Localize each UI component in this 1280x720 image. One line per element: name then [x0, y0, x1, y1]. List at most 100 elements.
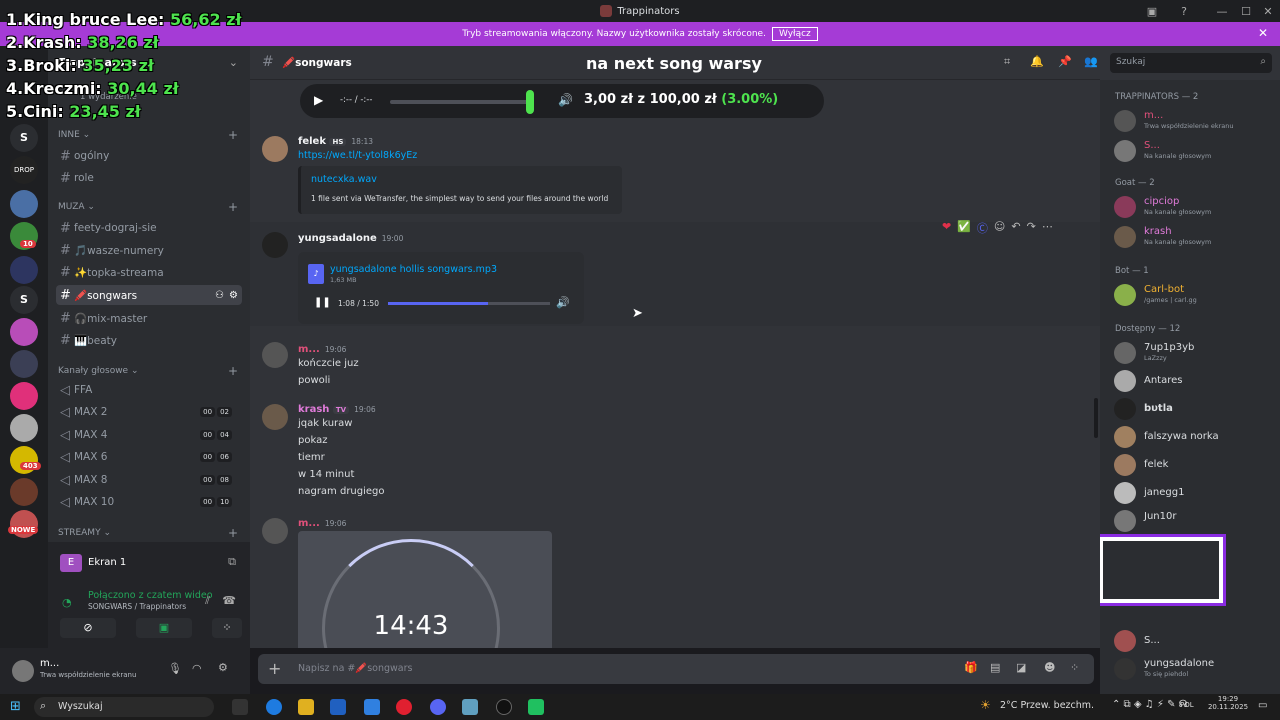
voice-channel[interactable]: ◁ MAX 8 00 08	[56, 470, 242, 490]
invite-icon[interactable]: ⚇	[215, 290, 224, 301]
category-inne[interactable]: INNE ⌄	[58, 130, 90, 140]
member-item[interactable]: Carl-bot/games | carl.gg	[1114, 282, 1274, 308]
voice-channel[interactable]: ◁ MAX 6 00 06	[56, 447, 242, 467]
message-author[interactable]: m... 19:06	[298, 344, 346, 355]
server-icon[interactable]: S	[10, 124, 38, 152]
member-item[interactable]: falszywa norka	[1114, 424, 1274, 450]
server-icon[interactable]: S	[10, 286, 38, 314]
popout-icon[interactable]: ⧉	[228, 555, 236, 569]
server-icon[interactable]: DROP	[10, 156, 38, 184]
member-item[interactable]: Jun10r	[1114, 508, 1274, 534]
opera-icon[interactable]	[396, 699, 412, 715]
embed-title[interactable]: nutecxka.wav	[311, 174, 377, 185]
language-indicator[interactable]: POL	[1180, 701, 1194, 709]
member-item[interactable]: S...	[1114, 628, 1274, 654]
notification-icon[interactable]: ▭	[1258, 700, 1267, 711]
server-icon[interactable]	[10, 256, 38, 284]
members-icon[interactable]: 👥	[1084, 55, 1098, 68]
avatar[interactable]	[262, 518, 288, 544]
obs-icon[interactable]	[496, 699, 512, 715]
apps-icon[interactable]: ⁘	[1070, 661, 1079, 674]
server-icon[interactable]	[10, 350, 38, 378]
timer-image[interactable]: 14:43	[298, 531, 552, 648]
server-icon[interactable]	[10, 478, 38, 506]
channel-beaty[interactable]: # 🎹beaty	[56, 330, 242, 350]
help-icon[interactable]: ?	[1172, 0, 1196, 22]
audio-seekbar[interactable]	[388, 302, 550, 305]
weather-text[interactable]: 2°C Przew. bezchm.	[1000, 700, 1094, 711]
maximize-button[interactable]: ☐	[1234, 0, 1258, 22]
settings-gear-icon[interactable]: ⚙	[218, 661, 228, 674]
search-input[interactable]: Szukaj ⌕	[1110, 53, 1272, 73]
member-item[interactable]: krash Na kanale głosowym	[1114, 224, 1274, 250]
member-item[interactable]: m... Trwa współdzielenie ekranu	[1114, 108, 1274, 134]
server-icon[interactable]	[10, 190, 38, 218]
server-icon[interactable]	[10, 318, 38, 346]
add-channel-icon[interactable]: +	[228, 128, 238, 142]
headphones-icon[interactable]: ◠	[192, 662, 202, 675]
c-reaction-icon[interactable]: Ⓒ	[977, 220, 988, 236]
voice-channel[interactable]: ◁ MAX 10 00 10	[56, 492, 242, 512]
heart-reaction-icon[interactable]: ❤	[942, 220, 951, 236]
add-channel-icon[interactable]: +	[228, 200, 238, 214]
voice-channel[interactable]: ◁ MAX 4 00 04	[56, 425, 242, 445]
server-icon[interactable]	[10, 382, 38, 410]
disconnect-icon[interactable]: ☎	[222, 594, 236, 607]
threads-icon[interactable]: ⌗	[1004, 55, 1010, 69]
pause-icon[interactable]: ❚❚	[314, 297, 331, 308]
screen-share-button[interactable]: ▣	[136, 618, 192, 638]
channel-songwars[interactable]: # 🖍️songwars ⚙ ⚇	[56, 285, 242, 305]
channel-mix-master[interactable]: # 🎧mix-master	[56, 308, 242, 328]
clock[interactable]: 19:29 20.11.2025	[1206, 695, 1250, 711]
check-reaction-icon[interactable]: ✅	[957, 220, 971, 236]
camera-button[interactable]: ⊘	[60, 618, 116, 638]
scrollbar[interactable]	[1094, 398, 1098, 438]
close-banner-icon[interactable]: ✕	[1258, 26, 1268, 40]
server-icon[interactable]	[10, 414, 38, 442]
close-window-button[interactable]: ✕	[1256, 0, 1280, 22]
task-view-icon[interactable]	[232, 699, 248, 715]
message-composer[interactable]: + Napisz na #🖍️songwars 🎁 ▤ ◪ ☻ ⁘	[258, 654, 1094, 684]
add-channel-icon[interactable]: +	[228, 526, 238, 540]
app-icon[interactable]	[528, 699, 544, 715]
avatar[interactable]	[12, 660, 34, 682]
avatar[interactable]	[262, 342, 288, 368]
category-streamy[interactable]: STREAMY ⌄	[58, 528, 111, 538]
reply-icon[interactable]: ↶	[1011, 220, 1020, 236]
explorer-icon[interactable]	[298, 699, 314, 715]
pin-icon[interactable]: 📌	[1058, 55, 1072, 68]
member-item[interactable]: cipciop Na kanale głosowym	[1114, 194, 1274, 220]
avatar[interactable]	[262, 232, 288, 258]
avatar[interactable]	[262, 136, 288, 162]
message-author[interactable]: m... 19:06	[298, 518, 346, 529]
taskbar-search[interactable]: ⌕ Wyszukaj	[34, 697, 214, 717]
channel-ogolny[interactable]: # ogólny	[56, 146, 242, 166]
channel-role[interactable]: # role	[56, 168, 242, 188]
channel-wasze-numery[interactable]: # 🎵wasze-numery	[56, 240, 242, 260]
player-progress[interactable]	[390, 100, 530, 104]
activities-button[interactable]: ⁘	[212, 618, 242, 638]
disable-streamer-mode-button[interactable]: Wyłącz	[771, 27, 818, 41]
gif-icon[interactable]: ▤	[990, 661, 1000, 674]
emoji-icon[interactable]: ☻	[1044, 661, 1055, 674]
forward-icon[interactable]: ↷	[1027, 220, 1036, 236]
message-author[interactable]: felek HS 18:13	[298, 136, 373, 147]
microphone-icon[interactable]: 🎙	[168, 662, 182, 675]
more-icon[interactable]: ⋯	[1042, 220, 1053, 236]
discord-icon[interactable]	[430, 699, 446, 715]
channel-topka[interactable]: # ✨topka-streama	[56, 262, 242, 282]
connection-location[interactable]: SONGWARS / Trappinators	[88, 602, 186, 611]
add-reaction-icon[interactable]: ☺	[994, 220, 1005, 236]
message-link[interactable]: https://we.tl/t-ytol8k6yEz	[298, 150, 417, 161]
member-item[interactable]: felek	[1114, 452, 1274, 478]
member-item[interactable]: yungsadalone To się piehdol	[1114, 656, 1274, 682]
category-muza[interactable]: MUZA ⌄	[58, 202, 95, 212]
channel-feety[interactable]: # feety-dograj-sie	[56, 218, 242, 238]
member-item[interactable]: S... Na kanale głosowym	[1114, 138, 1274, 164]
store-icon[interactable]	[330, 699, 346, 715]
start-icon[interactable]: ⊞	[10, 699, 21, 714]
add-channel-icon[interactable]: +	[228, 364, 238, 378]
noise-suppression-icon[interactable]: ⫽	[205, 594, 210, 608]
member-item[interactable]: bυtla	[1114, 396, 1274, 422]
sticker-icon[interactable]: ◪	[1016, 661, 1026, 674]
